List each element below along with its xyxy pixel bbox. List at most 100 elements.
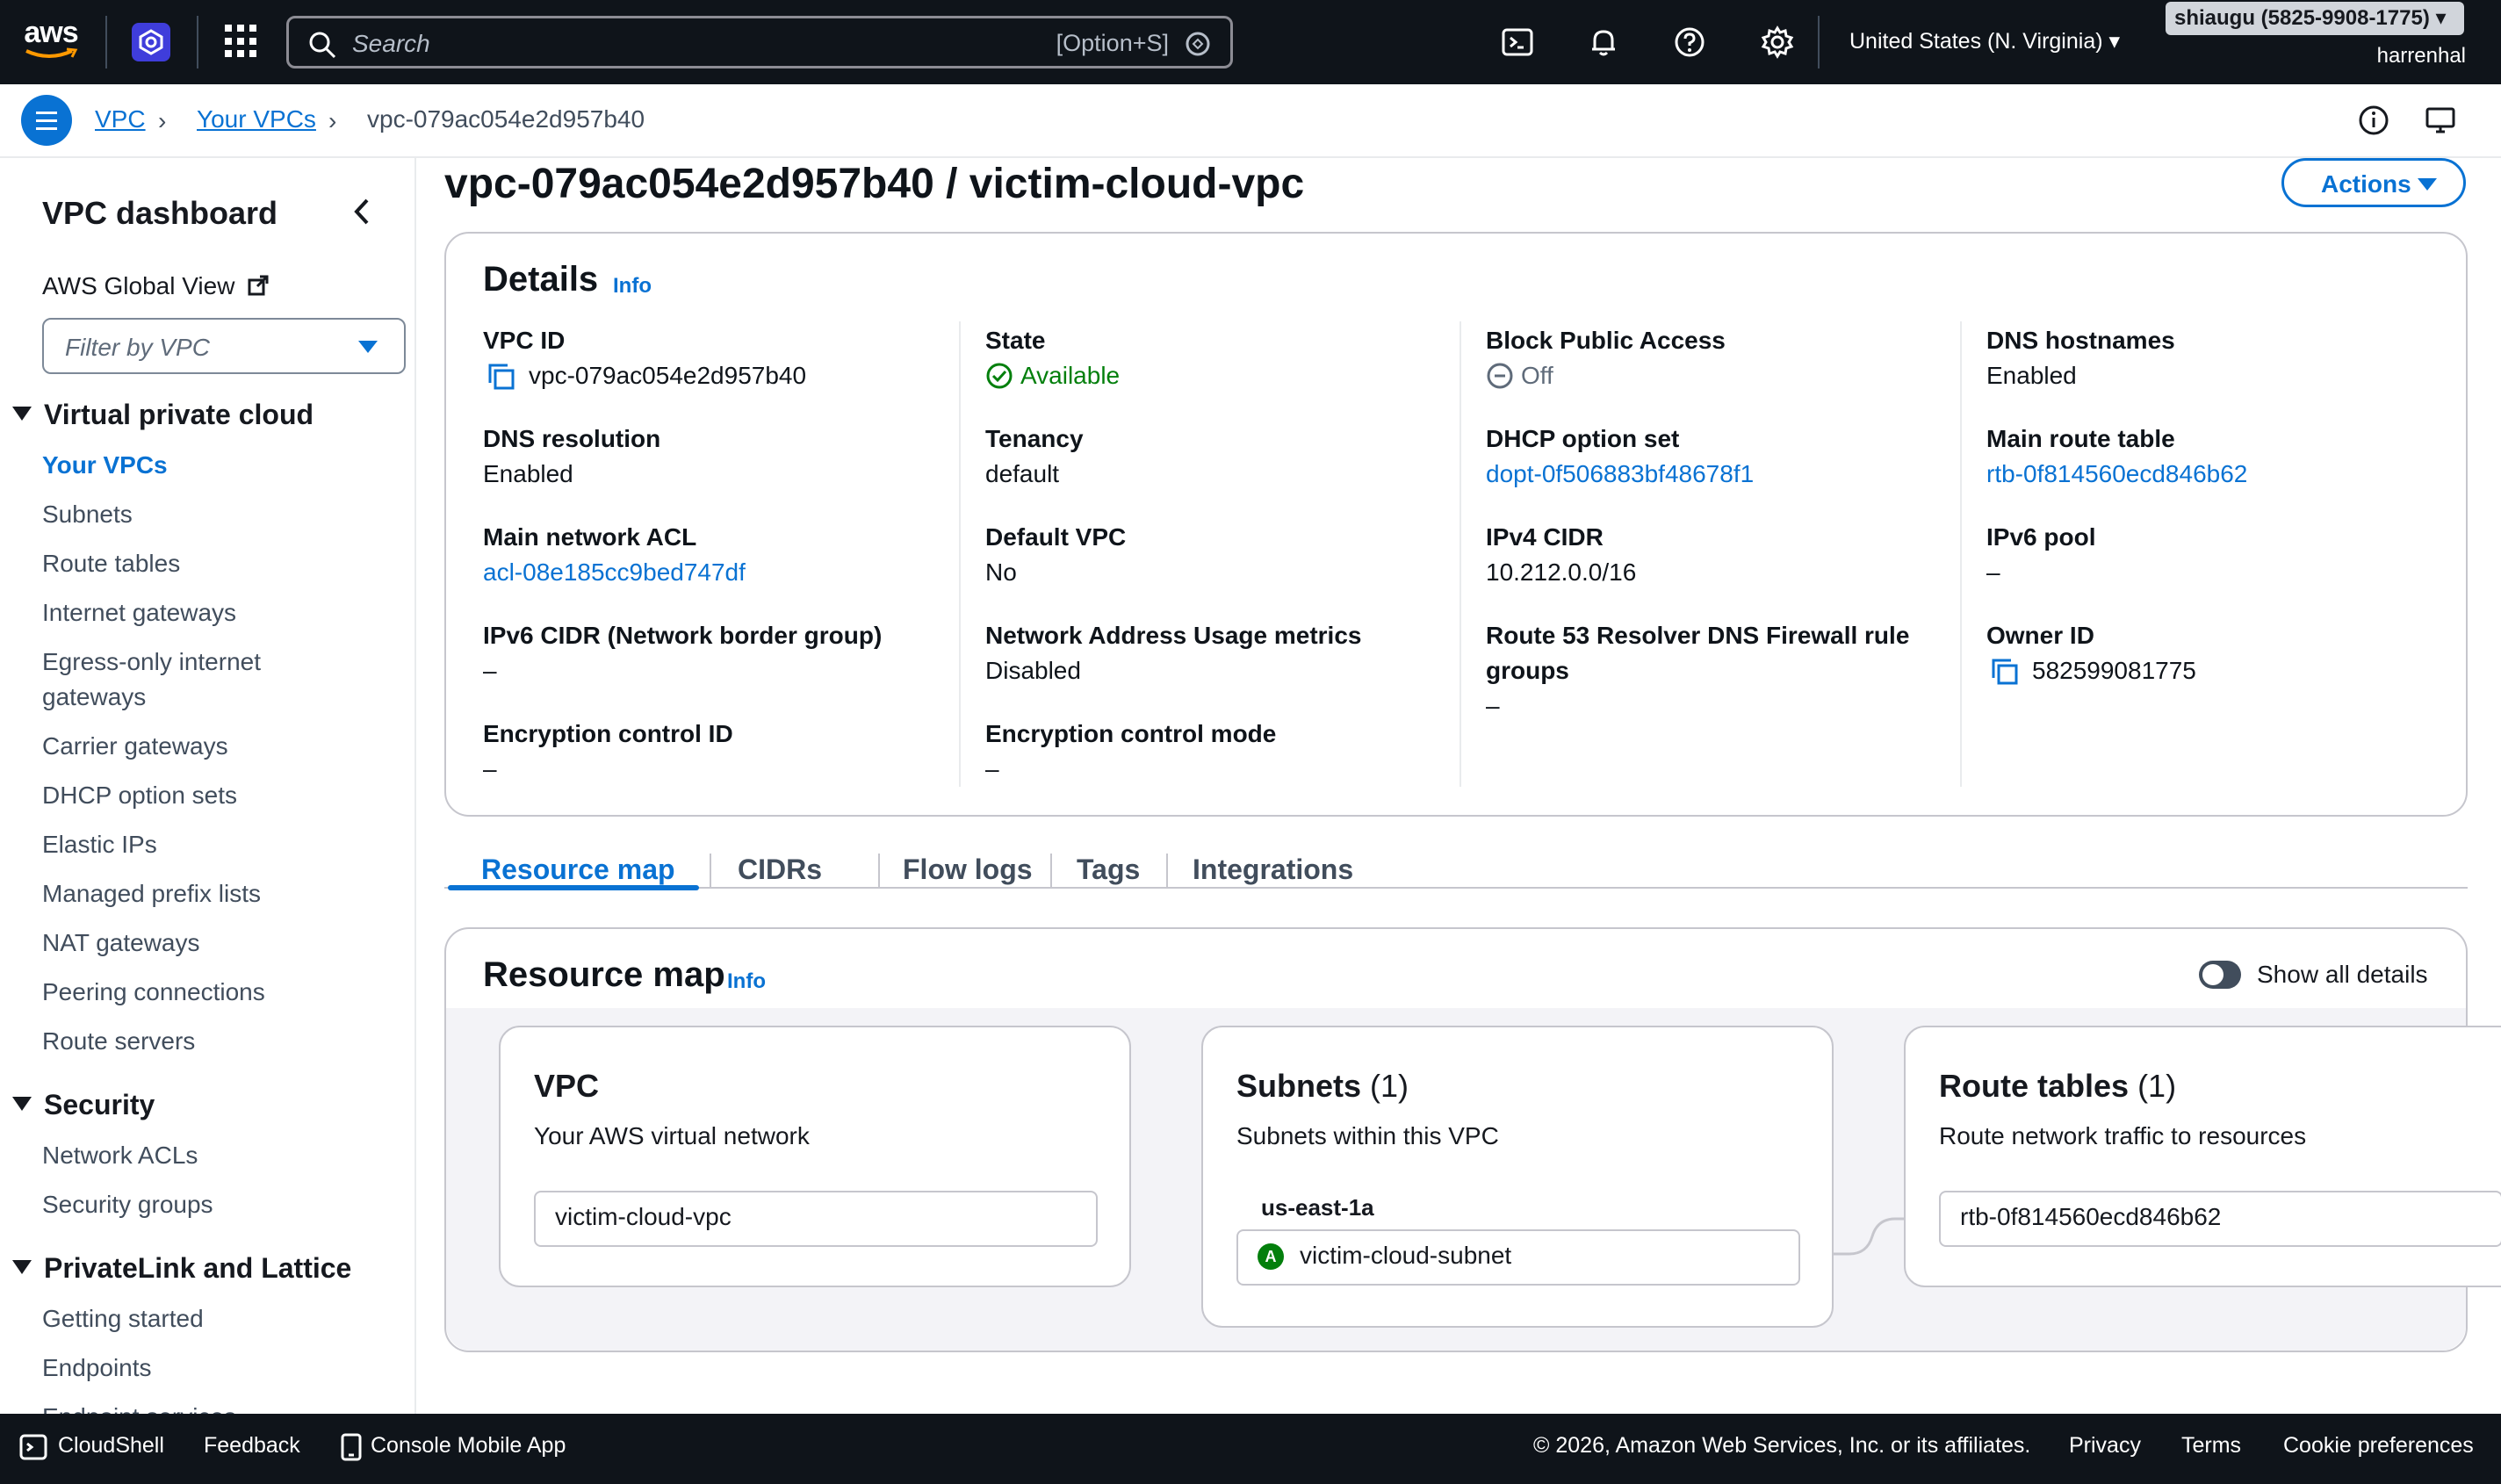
- vpc-card-title: VPC: [534, 1068, 600, 1104]
- sidebar-item-managed-prefix-lists[interactable]: Managed prefix lists: [42, 876, 393, 911]
- field-value-ipv6-pool: –: [1986, 558, 2000, 586]
- caret-down-icon: [2418, 178, 2437, 191]
- section-title: Security: [44, 1089, 155, 1120]
- filter-by-vpc-select[interactable]: Filter by VPC: [42, 318, 406, 374]
- breadcrumb-vpc[interactable]: VPC: [95, 105, 146, 133]
- search-placeholder: Search: [352, 30, 430, 57]
- footer-cloudshell[interactable]: CloudShell: [58, 1433, 164, 1459]
- footer-privacy[interactable]: Privacy: [2069, 1433, 2141, 1459]
- tab-tags[interactable]: Tags: [1077, 854, 1140, 886]
- breadcrumb-your-vpcs[interactable]: Your VPCs: [197, 105, 316, 133]
- column-divider: [1960, 321, 1962, 787]
- details-heading: Details: [483, 260, 599, 299]
- services-grid-icon[interactable]: [225, 25, 258, 58]
- page-title: vpc-079ac054e2d957b40 / victim-cloud-vpc: [444, 161, 1305, 207]
- column-divider: [1460, 321, 1461, 787]
- cloudshell-icon: [19, 1434, 47, 1460]
- console-footer: CloudShell Feedback Console Mobile App ©…: [0, 1414, 2501, 1484]
- sidebar-item-getting-started[interactable]: Getting started: [42, 1301, 393, 1336]
- subnets-count: (1): [1370, 1068, 1409, 1104]
- field-label-ipv6-pool: IPv6 pool: [1986, 523, 2096, 551]
- cloudshell-icon[interactable]: [1500, 25, 1535, 60]
- nav-divider: [197, 16, 198, 68]
- subnets-card-subtitle: Subnets within this VPC: [1236, 1122, 1499, 1149]
- sidebar-item-egress-only-gateways[interactable]: Egress-only internet gateways: [42, 645, 297, 715]
- user-name[interactable]: harrenhal: [2377, 44, 2466, 68]
- section-security[interactable]: Security: [12, 1089, 155, 1121]
- top-navigation: aws Search [Option+S] United States (N. …: [0, 0, 2501, 84]
- info-panel-icon[interactable]: [2357, 104, 2390, 137]
- field-value-route53-firewall: –: [1486, 692, 1500, 719]
- actions-label: Actions: [2321, 170, 2411, 198]
- field-value-block-public-access: Off: [1521, 362, 1553, 389]
- help-icon[interactable]: [1672, 25, 1707, 60]
- nav-divider: [105, 16, 107, 68]
- side-nav-menu-button[interactable]: [21, 95, 72, 146]
- footer-cookie-preferences[interactable]: Cookie preferences: [2283, 1433, 2474, 1459]
- vpc-card: VPC Your AWS virtual network victim-clou…: [499, 1026, 1131, 1287]
- field-value-owner-id: 582599081775: [2032, 657, 2196, 684]
- az-badge-icon: A: [1258, 1243, 1284, 1270]
- link-dhcp-option-set[interactable]: dopt-0f506883bf48678f1: [1486, 457, 1754, 492]
- link-main-network-acl[interactable]: acl-08e185cc9bed747df: [483, 555, 746, 590]
- footer-feedback[interactable]: Feedback: [204, 1433, 300, 1459]
- sidebar-item-security-groups[interactable]: Security groups: [42, 1187, 393, 1222]
- copy-icon[interactable]: [487, 362, 516, 392]
- subnet-resource-item[interactable]: Avictim-cloud-subnet: [1236, 1229, 1800, 1286]
- sidebar-item-global-view[interactable]: AWS Global View: [42, 272, 270, 300]
- tab-integrations[interactable]: Integrations: [1193, 854, 1353, 886]
- tutorial-panel-icon[interactable]: [2424, 104, 2457, 137]
- nav-divider: [1818, 16, 1820, 68]
- sidebar-item-your-vpcs[interactable]: Your VPCs: [42, 448, 393, 483]
- footer-console-mobile-app[interactable]: Console Mobile App: [371, 1433, 566, 1459]
- external-link-icon: [248, 275, 269, 296]
- account-menu[interactable]: shiaugu (5825-9908-1775) ▾: [2166, 2, 2464, 35]
- route-tables-title-text: Route tables: [1939, 1068, 2130, 1104]
- field-label-encryption-control-mode: Encryption control mode: [985, 720, 1277, 747]
- sidebar-item-network-acls[interactable]: Network ACLs: [42, 1138, 393, 1173]
- sidebar-item-dhcp-option-sets[interactable]: DHCP option sets: [42, 778, 393, 813]
- footer-terms[interactable]: Terms: [2181, 1433, 2241, 1459]
- sidebar-item-peering-connections[interactable]: Peering connections: [42, 975, 393, 1010]
- sidebar-item-endpoints[interactable]: Endpoints: [42, 1351, 393, 1386]
- collapse-chevron-icon[interactable]: [350, 197, 376, 227]
- resource-map-panel: Resource map Info Show all details VPC Y…: [444, 927, 2501, 1352]
- field-value-ipv4-cidr: 10.212.0.0/16: [1486, 558, 1637, 586]
- sidebar-item-endpoint-services[interactable]: Endpoint services: [42, 1400, 393, 1414]
- sidebar-item-internet-gateways[interactable]: Internet gateways: [42, 595, 393, 630]
- region-selector[interactable]: United States (N. Virginia) ▾: [1849, 28, 2120, 54]
- route-tables-count: (1): [2137, 1068, 2177, 1104]
- resource-map-canvas: VPC Your AWS virtual network victim-clou…: [446, 1008, 2501, 1351]
- vpc-resource-item[interactable]: victim-cloud-vpc: [534, 1191, 1098, 1247]
- section-virtual-private-cloud[interactable]: Virtual private cloud: [12, 399, 314, 431]
- resource-map-info-link[interactable]: Info: [727, 969, 766, 994]
- sidebar-item-elastic-ips[interactable]: Elastic IPs: [42, 827, 393, 862]
- sidebar-item-route-tables[interactable]: Route tables: [42, 546, 393, 581]
- sidebar-item-subnets[interactable]: Subnets: [42, 497, 393, 532]
- settings-gear-icon[interactable]: [1760, 25, 1795, 60]
- search-shortcut: [Option+S]: [1056, 30, 1169, 56]
- tab-cidrs[interactable]: CIDRs: [738, 854, 822, 886]
- field-value-state: Available: [1020, 362, 1121, 389]
- route-table-resource-item[interactable]: rtb-0f814560ecd846b62: [1939, 1191, 2501, 1247]
- notifications-bell-icon[interactable]: [1586, 25, 1621, 60]
- connector-line: [1832, 1217, 1913, 1256]
- sidebar-item-carrier-gateways[interactable]: Carrier gateways: [42, 729, 393, 764]
- details-info-link[interactable]: Info: [613, 274, 652, 299]
- global-search-input[interactable]: Search [Option+S]: [286, 16, 1233, 68]
- actions-dropdown-button[interactable]: Actions: [2281, 158, 2466, 207]
- aws-logo[interactable]: aws: [21, 18, 81, 63]
- amazon-q-icon[interactable]: [132, 23, 170, 61]
- sidebar-item-nat-gateways[interactable]: NAT gateways: [42, 926, 393, 961]
- tab-flow-logs[interactable]: Flow logs: [903, 854, 1033, 886]
- tab-divider: [1166, 854, 1168, 887]
- tab-resource-map[interactable]: Resource map: [481, 854, 675, 886]
- link-main-route-table[interactable]: rtb-0f814560ecd846b62: [1986, 457, 2247, 492]
- sidebar-title[interactable]: VPC dashboard: [42, 195, 277, 232]
- copy-icon[interactable]: [1990, 657, 2020, 687]
- subnets-card: Subnets (1) Subnets within this VPC us-e…: [1201, 1026, 1834, 1328]
- show-all-details-toggle[interactable]: [2199, 961, 2241, 989]
- sidebar-item-route-servers[interactable]: Route servers: [42, 1024, 393, 1059]
- section-privatelink-lattice[interactable]: PrivateLink and Lattice: [12, 1252, 351, 1285]
- mobile-app-icon: [341, 1433, 362, 1461]
